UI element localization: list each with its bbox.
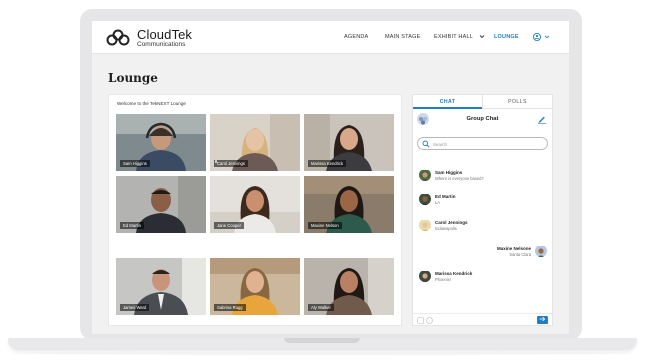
cloudtek-logo-icon — [106, 29, 130, 46]
chevron-down-icon — [544, 35, 550, 39]
send-button[interactable] — [537, 316, 548, 324]
edit-icon[interactable] — [537, 114, 547, 124]
chat-panel: CHAT POLLS Group Chat Search Sam Higgins… — [412, 94, 553, 326]
user-icon — [532, 32, 542, 42]
participant-name: James Ward — [120, 304, 150, 311]
laptop-notch — [284, 338, 360, 343]
chat-search-field[interactable]: Search — [417, 137, 548, 150]
chat-message: Maxine Nelsone Santa Clara — [419, 245, 547, 261]
video-panel: Welcome to the TekNEXT Lounge Sam Higgin… — [108, 94, 402, 326]
message-text: Where is everyone based? — [435, 176, 484, 181]
avatar — [535, 245, 547, 257]
message-composer — [413, 313, 552, 326]
message-sender: Ed Martin — [435, 194, 456, 199]
attachment-icon[interactable] — [417, 317, 424, 324]
message-text: LA — [435, 200, 441, 205]
participant-name: Aly Walker — [308, 304, 334, 311]
chat-message: Sam Higgins Where is everyone based? — [419, 169, 547, 185]
participant-name-text: Carol Jennings — [217, 161, 245, 166]
laptop-shadow — [14, 351, 631, 355]
chat-message: Marissa Kendrick Phoenix! — [419, 270, 547, 286]
message-sender: Marissa Kendrick — [435, 271, 473, 276]
message-sender: Sam Higgins — [435, 170, 463, 175]
chat-message: Ed Martin LA — [419, 193, 547, 209]
message-sender: Maxine Nelsone — [496, 246, 531, 251]
welcome-message: Welcome to the TekNEXT Lounge — [117, 101, 186, 106]
participant-name: Marissa Kendrick — [308, 160, 347, 167]
tab-chat[interactable]: CHAT — [413, 95, 482, 109]
participant-name: Ed Martin — [120, 222, 144, 229]
avatar — [419, 270, 431, 282]
user-account-menu[interactable] — [532, 32, 552, 42]
video-tile[interactable]: Maxine Nelson — [304, 176, 394, 233]
video-tile[interactable]: Aly Walker — [304, 258, 394, 315]
brand-subtitle: Communications — [137, 41, 186, 48]
video-tile[interactable]: Jane Cooper — [210, 176, 300, 233]
microphone-icon — [214, 160, 218, 164]
participant-name: Sabrina Rugg — [214, 304, 246, 311]
arrow-right-icon — [539, 317, 546, 322]
group-chat-title: Group Chat — [466, 116, 499, 122]
message-text: Phoenix! — [435, 277, 451, 282]
avatar — [419, 193, 431, 205]
page-title: Lounge — [108, 71, 158, 85]
tab-polls[interactable]: POLLS — [482, 95, 552, 109]
video-tile[interactable]: Sam Higgins — [116, 114, 206, 171]
nav-item-exhibit-hall[interactable]: EXHIBIT HALL — [434, 34, 485, 40]
top-navigation-bar: CloudTek Communications AGENDA MAIN STAG… — [92, 21, 569, 54]
message-text: Santa Clara — [509, 252, 531, 257]
participant-name: Maxine Nelson — [308, 222, 342, 229]
avatar — [419, 169, 431, 181]
nav-item-main-stage[interactable]: MAIN STAGE — [385, 34, 421, 40]
search-icon — [422, 140, 430, 148]
nav-item-lounge[interactable]: LOUNGE — [494, 34, 519, 40]
chat-tab-bar: CHAT POLLS — [413, 95, 552, 109]
chat-message: Carol Jennings Indianapolis — [419, 219, 547, 235]
chevron-down-icon — [479, 35, 484, 39]
participant-name: Sam Higgins — [120, 160, 150, 167]
emoji-icon[interactable] — [426, 317, 433, 324]
video-tile[interactable]: Carol Jennings — [210, 114, 300, 171]
app-screen: CloudTek Communications AGENDA MAIN STAG… — [92, 21, 569, 334]
avatar — [419, 219, 431, 231]
video-tile[interactable]: Sabrina Rugg — [210, 258, 300, 315]
video-tile[interactable]: James Ward — [116, 258, 206, 315]
brand-name: CloudTek — [137, 27, 192, 42]
nav-item-agenda[interactable]: AGENDA — [344, 34, 368, 40]
nav-item-exhibit-hall-label: EXHIBIT HALL — [434, 34, 473, 40]
participant-name: Carol Jennings — [214, 160, 248, 167]
message-input[interactable] — [435, 317, 530, 324]
video-tile[interactable]: Marissa Kendrick — [304, 114, 394, 171]
video-tile[interactable]: Ed Martin — [116, 176, 206, 233]
message-text: Indianapolis — [435, 226, 457, 231]
participant-name: Jane Cooper — [214, 222, 244, 229]
search-placeholder: Search — [433, 141, 447, 147]
message-sender: Carol Jennings — [435, 220, 468, 225]
